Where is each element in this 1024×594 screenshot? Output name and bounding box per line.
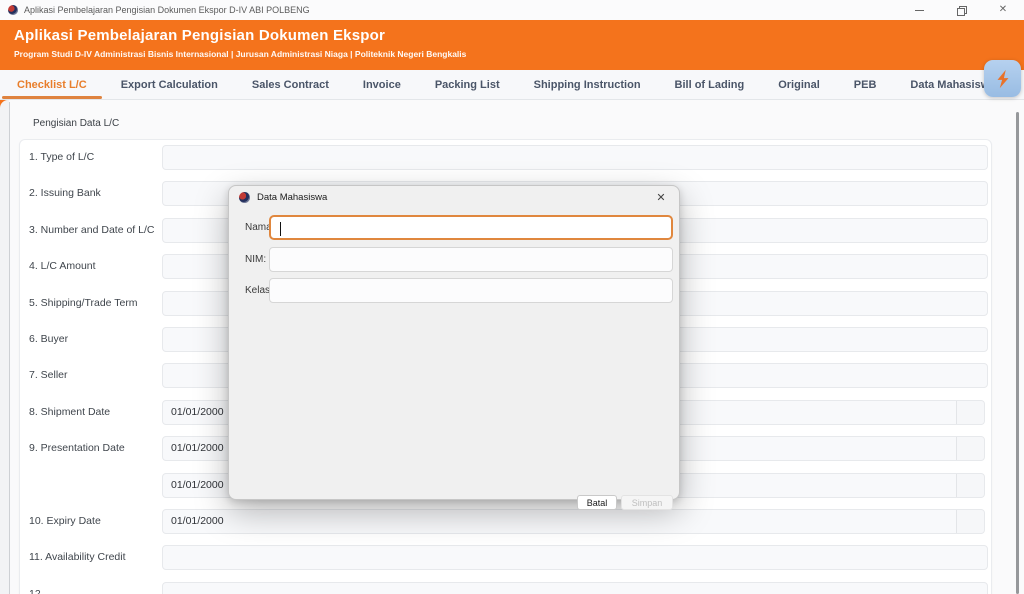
dialog-field-input[interactable]: [269, 247, 673, 272]
app-logo-icon: [8, 5, 18, 15]
date-picker-button[interactable]: [956, 401, 984, 424]
header-corner-accent: [0, 100, 8, 108]
dialog-title: Data Mahasiswa: [257, 192, 327, 203]
tab-label: Shipping Instruction: [534, 79, 641, 91]
tab-invoice[interactable]: Invoice: [346, 70, 418, 99]
field-label: 4. L/C Amount: [29, 254, 96, 279]
field-label: 10. Expiry Date: [29, 509, 101, 534]
text-caret: [280, 222, 281, 236]
dialog-field-input[interactable]: [269, 215, 673, 240]
window-controls: ✕: [898, 0, 1024, 20]
field-label: 11. Availability Credit: [29, 545, 126, 570]
batal-button[interactable]: Batal: [577, 495, 617, 510]
tab-label: Data Mahasiswa: [910, 79, 995, 91]
tab-label: PEB: [854, 79, 877, 91]
field-label: 9. Presentation Date: [29, 436, 125, 461]
field-input[interactable]: 01/01/2000: [162, 509, 985, 534]
tab-label: Checklist L/C: [17, 79, 87, 91]
form-row: 1. Type of L/C: [20, 145, 991, 170]
restore-button[interactable]: [940, 0, 982, 20]
field-input[interactable]: [162, 545, 988, 570]
tab-label: Original: [778, 79, 820, 91]
tab-export-calculation[interactable]: Export Calculation: [104, 70, 235, 99]
dialog-field-input[interactable]: [269, 278, 673, 303]
field-label: 8. Shipment Date: [29, 400, 110, 425]
screenshot-overlay-button[interactable]: [984, 60, 1021, 97]
tab-label: Sales Contract: [252, 79, 329, 91]
field-input[interactable]: [162, 145, 988, 170]
tab-label: Packing List: [435, 79, 500, 91]
form-row: 11. Availability Credit: [20, 545, 991, 570]
field-label: 5. Shipping/Trade Term: [29, 291, 138, 316]
dialog-logo-icon: [239, 192, 250, 203]
simpan-button[interactable]: Simpan: [621, 495, 673, 510]
date-picker-button[interactable]: [956, 437, 984, 460]
window-titlebar: Aplikasi Pembelajaran Pengisian Dokumen …: [0, 0, 1024, 20]
tab-label: Invoice: [363, 79, 401, 91]
lightning-icon: [992, 68, 1014, 90]
close-button[interactable]: ✕: [982, 0, 1024, 20]
tab-label: Bill of Lading: [675, 79, 745, 91]
tab-checklist-l-c[interactable]: Checklist L/C: [0, 70, 104, 99]
app-subtitle: Program Studi D-IV Administrasi Bisnis I…: [14, 49, 1024, 59]
dialog-close-icon[interactable]: ✕: [653, 191, 669, 204]
restore-icon: [957, 6, 965, 14]
tab-packing-list[interactable]: Packing List: [418, 70, 517, 99]
field-label: 6. Buyer: [29, 327, 68, 352]
field-label: 12.: [29, 582, 44, 594]
tab-shipping-instruction[interactable]: Shipping Instruction: [517, 70, 658, 99]
left-edge-strip: [0, 100, 9, 594]
dialog-titlebar: Data Mahasiswa ✕: [229, 186, 679, 208]
minimize-button[interactable]: [898, 0, 940, 20]
tab-label: Export Calculation: [121, 79, 218, 91]
field-input[interactable]: [162, 582, 988, 594]
panel-border: [9, 102, 10, 594]
tab-peb[interactable]: PEB: [837, 70, 894, 99]
tab-bill-of-lading[interactable]: Bill of Lading: [658, 70, 762, 99]
field-label: 2. Issuing Bank: [29, 181, 101, 206]
date-picker-button[interactable]: [956, 510, 984, 533]
tab-sales-contract[interactable]: Sales Contract: [235, 70, 346, 99]
field-label: 3. Number and Date of L/C: [29, 218, 154, 243]
section-title: Pengisian Data L/C: [33, 118, 119, 129]
field-label: 7. Seller: [29, 363, 68, 388]
app-title: Aplikasi Pembelajaran Pengisian Dokumen …: [14, 27, 1024, 44]
tab-bar: Checklist L/C Export Calculation Sales Con…: [0, 70, 1024, 100]
data-mahasiswa-dialog: Data Mahasiswa ✕ Nama: NIM: Kelas: Batal…: [228, 185, 680, 500]
vertical-scrollbar[interactable]: [1016, 112, 1019, 594]
field-label: 1. Type of L/C: [29, 145, 94, 170]
dialog-field-label: NIM:: [245, 247, 266, 272]
window-title: Aplikasi Pembelajaran Pengisian Dokumen …: [24, 5, 310, 15]
form-row: 10. Expiry Date 01/01/2000: [20, 509, 991, 534]
close-icon: ✕: [999, 5, 1007, 15]
app-window: Aplikasi Pembelajaran Pengisian Dokumen …: [0, 0, 1024, 594]
form-row: 12.: [20, 582, 991, 594]
date-picker-button[interactable]: [956, 474, 984, 497]
app-header: Aplikasi Pembelajaran Pengisian Dokumen …: [0, 20, 1024, 70]
minimize-icon: [915, 10, 924, 11]
tab-original[interactable]: Original: [761, 70, 837, 99]
